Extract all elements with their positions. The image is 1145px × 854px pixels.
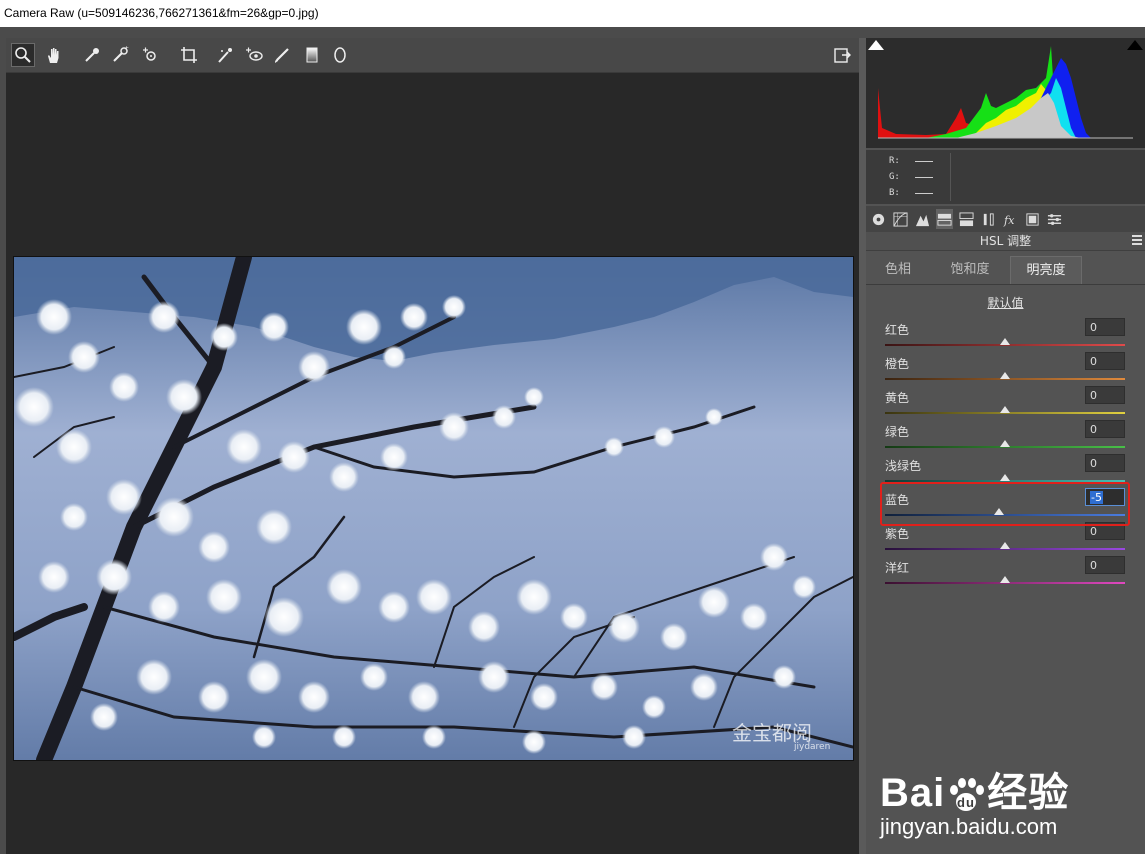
slider-label: 浅绿色 [885, 459, 922, 473]
svg-text:fx: fx [1003, 214, 1015, 227]
slider-row: 红色 0 [885, 318, 1125, 355]
slider-value-input[interactable]: 0 [1085, 386, 1125, 404]
targeted-adjustment-icon[interactable] [138, 43, 162, 67]
highlight-clipping-icon[interactable] [1127, 40, 1143, 50]
preview-area: + 金宝都阅 jiydaren [6, 38, 859, 854]
rgb-readout: R: G: B: [866, 150, 1145, 204]
jingyan-logo-text: 经验 [987, 771, 1070, 815]
camera-raw-window: + 金宝都阅 jiydaren R: G: B: fx HSL 调整 色相 饱和… [0, 27, 1145, 854]
open-preferences-icon[interactable] [830, 43, 854, 67]
blue-slider-highlight [880, 482, 1130, 526]
right-panel: R: G: B: fx HSL 调整 色相 饱和度 明亮度 默认值 红色 0 橙… [866, 38, 1145, 854]
slider-thumb[interactable] [1000, 474, 1010, 481]
slider-label: 橙色 [885, 357, 910, 371]
slider-label: 紫色 [885, 527, 910, 541]
graduated-filter-icon[interactable] [300, 43, 324, 67]
hsl-icon[interactable] [936, 209, 953, 229]
white-balance-icon[interactable] [80, 43, 104, 67]
slider-row: 紫色 0 [885, 522, 1125, 559]
slider-thumb[interactable] [1000, 406, 1010, 413]
slider-label: 红色 [885, 323, 910, 337]
baidu-logo-text: Bai [880, 771, 946, 815]
slider-label: 绿色 [885, 425, 910, 439]
slider-label: 洋红 [885, 561, 910, 575]
slider-thumb[interactable] [1000, 338, 1010, 345]
panel-title: HSL 调整 [866, 232, 1145, 251]
tab-hue[interactable]: 色相 [866, 256, 930, 284]
slider-value-input[interactable]: 0 [1085, 556, 1125, 574]
panel-tab-icons: fx [866, 206, 1145, 232]
g-label: G: [889, 172, 900, 182]
crop-icon[interactable] [177, 43, 201, 67]
slider-row: 黄色 0 [885, 386, 1125, 423]
zoom-icon[interactable] [11, 43, 35, 67]
slider-thumb[interactable] [1000, 542, 1010, 549]
slider-row: 绿色 0 [885, 420, 1125, 457]
defaults-link[interactable]: 默认值 [866, 294, 1145, 311]
histogram-graph [878, 46, 1133, 139]
slider-value-input[interactable]: 0 [1085, 318, 1125, 336]
slider-value-input[interactable]: 0 [1085, 352, 1125, 370]
tab-saturation[interactable]: 饱和度 [930, 256, 1010, 284]
svg-text:du: du [957, 795, 975, 810]
slider-label: 黄色 [885, 391, 910, 405]
split-toning-icon[interactable] [958, 209, 975, 229]
shadow-clipping-icon[interactable] [868, 40, 884, 50]
slider-value-input[interactable]: 0 [1085, 420, 1125, 438]
svg-text:+: + [124, 46, 129, 52]
photo-preview[interactable]: 金宝都阅 jiydaren [13, 256, 854, 761]
window-title: Camera Raw (u=509146236,766271361&fm=26&… [0, 0, 1145, 27]
hsl-subtabs: 色相 饱和度 明亮度 [866, 256, 1145, 285]
hand-icon[interactable] [42, 43, 66, 67]
red-eye-icon[interactable] [242, 43, 266, 67]
toolbar: + [6, 38, 859, 73]
slider-thumb[interactable] [1000, 576, 1010, 583]
slider-thumb[interactable] [1000, 440, 1010, 447]
presets-icon[interactable] [1046, 209, 1063, 229]
tone-curve-icon[interactable] [892, 209, 909, 229]
panel-menu-icon[interactable] [1132, 235, 1142, 247]
radial-filter-icon[interactable] [328, 43, 352, 67]
camera-calibration-icon[interactable] [1024, 209, 1041, 229]
slider-row: 橙色 0 [885, 352, 1125, 389]
baidu-url: jingyan.baidu.com [880, 814, 1058, 839]
blossom-photo [14, 257, 853, 760]
baidu-paw-icon: du [950, 778, 985, 812]
b-label: B: [889, 188, 900, 198]
effects-icon[interactable]: fx [1002, 209, 1019, 229]
baidu-jingyan-watermark: Bai du 经验 jingyan.baidu.com [880, 760, 1069, 840]
slider-value-input[interactable]: 0 [1085, 454, 1125, 472]
basic-icon[interactable] [870, 209, 887, 229]
r-label: R: [889, 156, 900, 166]
spot-removal-icon[interactable] [213, 43, 237, 67]
tab-luminance[interactable]: 明亮度 [1010, 256, 1082, 284]
photo-watermark-sub: jiydaren [794, 742, 831, 752]
adjustment-brush-icon[interactable] [270, 43, 294, 67]
slider-thumb[interactable] [1000, 372, 1010, 379]
color-sampler-icon[interactable]: + [108, 43, 132, 67]
panel-title-text: HSL 调整 [979, 234, 1032, 248]
slider-row: 洋红 0 [885, 556, 1125, 593]
detail-icon[interactable] [914, 209, 931, 229]
histogram [866, 38, 1145, 148]
lens-corrections-icon[interactable] [980, 209, 997, 229]
panel-divider[interactable] [859, 38, 866, 854]
